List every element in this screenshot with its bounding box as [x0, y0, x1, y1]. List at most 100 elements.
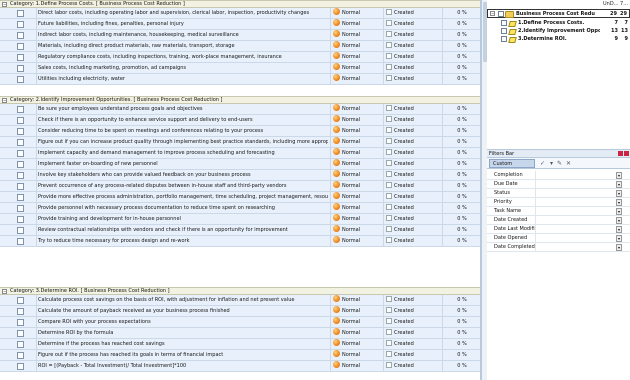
collapse-toggle-icon[interactable]: −	[2, 98, 7, 103]
dropdown-arrow-icon[interactable]: ▾	[616, 208, 622, 215]
collapse-toggle-icon[interactable]: −	[2, 2, 7, 7]
task-row[interactable]: Prevent occurrence of any process-relate…	[0, 181, 480, 192]
task-priority[interactable]: Normal	[330, 306, 382, 317]
task-checkbox[interactable]	[17, 128, 24, 135]
task-checkbox[interactable]	[17, 161, 24, 168]
filter-field-value[interactable]: ▾	[535, 198, 623, 207]
task-priority[interactable]: Normal	[330, 115, 382, 126]
collapse-toggle-icon[interactable]: −	[490, 11, 495, 16]
tree-checkbox[interactable]	[498, 11, 504, 17]
task-status[interactable]: Created	[383, 306, 441, 317]
task-row[interactable]: Utilities including electricity, water No…	[0, 74, 480, 85]
task-priority[interactable]: Normal	[330, 63, 382, 74]
task-row[interactable]: Calculate process cost savings on the ba…	[0, 295, 480, 306]
task-row[interactable]: Direct labor costs, including operating …	[0, 8, 480, 19]
task-row[interactable]: Provide more effective process administr…	[0, 192, 480, 203]
task-row[interactable]: Compare ROI with your process expectatio…	[0, 317, 480, 328]
filter-field-row[interactable]: Date Completed ▾	[487, 243, 630, 252]
task-row[interactable]: Implement faster on-boarding of new pers…	[0, 159, 480, 170]
tree-root-node[interactable]: − Business Process Cost Redu 29 29	[487, 9, 630, 18]
task-priority[interactable]: Normal	[330, 214, 382, 225]
task-row[interactable]: ROI = [(Payback - Total Investment)/ Tot…	[0, 361, 480, 372]
dropdown-arrow-icon[interactable]: ▾	[616, 235, 622, 242]
task-checkbox[interactable]	[17, 10, 24, 17]
task-checkbox[interactable]	[17, 319, 24, 326]
task-status[interactable]: Created	[383, 192, 441, 203]
task-priority[interactable]: Normal	[330, 203, 382, 214]
tree-checkbox[interactable]	[501, 28, 507, 34]
filter-field-value[interactable]: ▾	[535, 234, 623, 243]
task-row[interactable]: Provide personnel with necessary process…	[0, 203, 480, 214]
filter-field-row[interactable]: Task Name ▾	[487, 207, 630, 216]
task-checkbox[interactable]	[17, 297, 24, 304]
task-row[interactable]: Consider reducing time to be spent on me…	[0, 126, 480, 137]
task-priority[interactable]: Normal	[330, 126, 382, 137]
task-row[interactable]: Materials, including direct product mate…	[0, 41, 480, 52]
filter-field-row[interactable]: Date Opened ▾	[487, 234, 630, 243]
task-status[interactable]: Created	[383, 41, 441, 52]
collapse-toggle-icon[interactable]: −	[2, 289, 7, 294]
task-status[interactable]: Created	[383, 214, 441, 225]
task-priority[interactable]: Normal	[330, 137, 382, 148]
task-status[interactable]: Created	[383, 317, 441, 328]
filter-field-value[interactable]: ▾	[535, 207, 623, 216]
dropdown-arrow-icon[interactable]: ▾	[616, 226, 622, 233]
filter-field-row[interactable]: Date Last Modifi ▾	[487, 225, 630, 234]
task-checkbox[interactable]	[17, 308, 24, 315]
category-group-header[interactable]: − Category: 1.Define Process Costs. [ Bus…	[0, 0, 480, 8]
task-row[interactable]: Indirect labor costs, including maintena…	[0, 30, 480, 41]
task-checkbox[interactable]	[17, 76, 24, 83]
task-status[interactable]: Created	[383, 361, 441, 372]
task-status[interactable]: Created	[383, 19, 441, 30]
dropdown-arrow-icon[interactable]: ▾	[616, 190, 622, 197]
filter-field-value[interactable]: ▾	[535, 216, 623, 225]
task-priority[interactable]: Normal	[330, 30, 382, 41]
dropdown-arrow-icon[interactable]: ▾	[616, 244, 622, 251]
task-checkbox[interactable]	[17, 194, 24, 201]
task-checkbox[interactable]	[17, 227, 24, 234]
task-priority[interactable]: Normal	[330, 159, 382, 170]
category-group-header[interactable]: − Category: 3.Determine ROI. [ Business P…	[0, 287, 480, 295]
tree-checkbox[interactable]	[501, 20, 507, 26]
task-row[interactable]: Figure out if you can increase product q…	[0, 137, 480, 148]
task-status[interactable]: Created	[383, 74, 441, 85]
filter-preset-select[interactable]: Custom	[489, 159, 535, 168]
dropdown-arrow-icon[interactable]: ▾	[548, 160, 555, 167]
task-priority[interactable]: Normal	[330, 328, 382, 339]
dropdown-arrow-icon[interactable]: ▾	[616, 199, 622, 206]
task-priority[interactable]: Normal	[330, 104, 382, 115]
task-row[interactable]: Regulatory compliance costs, including i…	[0, 52, 480, 63]
delete-filter-icon[interactable]: ✕	[565, 160, 572, 167]
task-checkbox[interactable]	[17, 205, 24, 212]
filter-field-value[interactable]: ▾	[535, 171, 623, 180]
task-checkbox[interactable]	[17, 363, 24, 370]
task-status[interactable]: Created	[383, 126, 441, 137]
task-status[interactable]: Created	[383, 30, 441, 41]
task-status[interactable]: Created	[383, 236, 441, 247]
task-checkbox[interactable]	[17, 139, 24, 146]
task-row[interactable]: Determine ROI by the formula Normal Create…	[0, 328, 480, 339]
category-group-header[interactable]: − Category: 2.Identify Improvement Opport…	[0, 96, 480, 104]
filter-field-value[interactable]: ▾	[535, 225, 623, 234]
task-priority[interactable]: Normal	[330, 41, 382, 52]
task-checkbox[interactable]	[17, 172, 24, 179]
filter-field-row[interactable]: Date Created ▾	[487, 216, 630, 225]
task-priority[interactable]: Normal	[330, 317, 382, 328]
task-status[interactable]: Created	[383, 104, 441, 115]
task-row[interactable]: Review contractual relationships with ve…	[0, 225, 480, 236]
task-priority[interactable]: Normal	[330, 295, 382, 306]
task-status[interactable]: Created	[383, 350, 441, 361]
task-checkbox[interactable]	[17, 106, 24, 113]
task-checkbox[interactable]	[17, 43, 24, 50]
task-status[interactable]: Created	[383, 203, 441, 214]
task-priority[interactable]: Normal	[330, 19, 382, 30]
filter-field-row[interactable]: Status ▾	[487, 189, 630, 198]
task-checkbox[interactable]	[17, 238, 24, 245]
task-row[interactable]: Calculate the amount of payback received…	[0, 306, 480, 317]
task-priority[interactable]: Normal	[330, 170, 382, 181]
filter-field-value[interactable]: ▾	[535, 189, 623, 198]
task-row[interactable]: Try to reduce time necessary for process…	[0, 236, 480, 247]
task-status[interactable]: Created	[383, 170, 441, 181]
task-status[interactable]: Created	[383, 52, 441, 63]
task-priority[interactable]: Normal	[330, 52, 382, 63]
